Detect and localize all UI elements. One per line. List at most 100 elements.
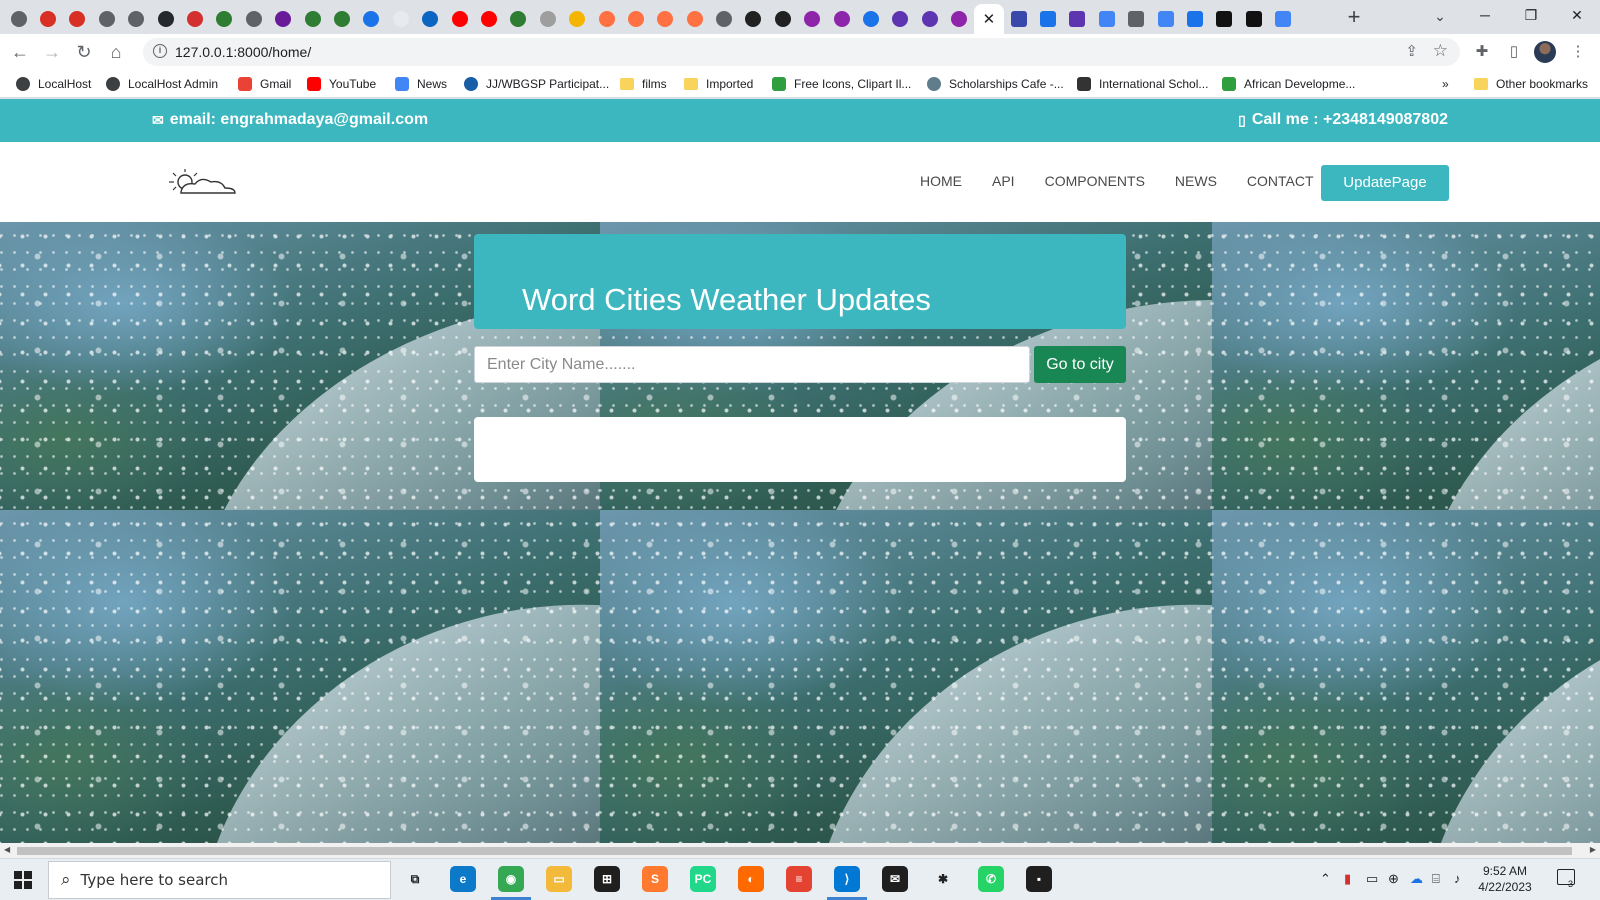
bookmark-item[interactable]: News bbox=[395, 75, 447, 93]
browser-tab[interactable] bbox=[122, 4, 151, 34]
back-icon[interactable]: ← bbox=[8, 40, 32, 64]
edge-icon[interactable]: e bbox=[450, 866, 476, 892]
tray-app-icon[interactable]: ▮ bbox=[1344, 871, 1351, 887]
vscode-icon[interactable]: ⟩ bbox=[834, 866, 860, 892]
other-bookmarks[interactable]: Other bookmarks bbox=[1474, 75, 1588, 93]
nav-link-home[interactable]: HOME bbox=[920, 173, 962, 189]
browser-tab[interactable] bbox=[768, 4, 797, 34]
browser-tab[interactable] bbox=[151, 4, 180, 34]
bookmark-item[interactable]: Scholarships Cafe -... bbox=[927, 75, 1064, 93]
slack-icon[interactable]: ✱ bbox=[930, 866, 956, 892]
bookmark-item[interactable]: African Developme... bbox=[1222, 75, 1355, 93]
extensions-icon[interactable]: ✚ bbox=[1470, 40, 1494, 64]
browser-tab[interactable] bbox=[327, 4, 356, 34]
browser-tab[interactable] bbox=[1180, 4, 1209, 34]
scroll-left-icon[interactable]: ◀ bbox=[4, 845, 10, 854]
home-icon[interactable]: ⌂ bbox=[104, 40, 128, 64]
system-clock[interactable]: 9:52 AM 4/22/2023 bbox=[1470, 863, 1540, 895]
browser-tab[interactable] bbox=[1151, 4, 1180, 34]
profile-avatar[interactable] bbox=[1534, 41, 1556, 63]
browser-tab[interactable] bbox=[1121, 4, 1150, 34]
language-globe-icon[interactable]: ⊕ bbox=[1388, 871, 1399, 887]
browser-tab[interactable] bbox=[210, 4, 239, 34]
new-tab-button[interactable]: + bbox=[1340, 4, 1368, 32]
browser-tab[interactable] bbox=[415, 4, 444, 34]
side-panel-icon[interactable]: ▯ bbox=[1502, 40, 1526, 64]
bookmark-star-icon[interactable]: ☆ bbox=[1433, 41, 1448, 61]
browser-tab[interactable] bbox=[1239, 4, 1268, 34]
bookmark-item[interactable]: films bbox=[620, 75, 667, 93]
browser-tab[interactable] bbox=[592, 4, 621, 34]
browser-tab[interactable] bbox=[1268, 4, 1297, 34]
browser-tab[interactable] bbox=[798, 4, 827, 34]
browser-tab[interactable] bbox=[180, 4, 209, 34]
share-icon[interactable]: ⇪ bbox=[1405, 42, 1418, 60]
bookmark-item[interactable]: JJ/WBGSP Participat... bbox=[464, 75, 609, 93]
address-bar[interactable]: i 127.0.0.1:8000/home/ ⇪ ☆ bbox=[143, 38, 1460, 66]
browser-tab[interactable] bbox=[92, 4, 121, 34]
bookmark-item[interactable]: Gmail bbox=[238, 75, 291, 93]
nav-link-contact[interactable]: CONTACT bbox=[1247, 173, 1314, 189]
bookmark-item[interactable]: LocalHost Admin bbox=[106, 75, 218, 93]
browser-tab[interactable] bbox=[445, 4, 474, 34]
browser-tab[interactable] bbox=[1210, 4, 1239, 34]
chrome-icon[interactable]: ◉ bbox=[498, 866, 524, 892]
browser-tab[interactable] bbox=[474, 4, 503, 34]
browser-tab[interactable] bbox=[298, 4, 327, 34]
whatsapp-icon[interactable]: ✆ bbox=[978, 866, 1004, 892]
tab-search-icon[interactable]: ⌄ bbox=[1428, 4, 1452, 28]
browser-tab[interactable] bbox=[1063, 4, 1092, 34]
taskbar-search-box[interactable]: ⌕ Type here to search bbox=[48, 861, 391, 899]
browser-tab[interactable] bbox=[1004, 4, 1033, 34]
browser-tab[interactable] bbox=[651, 4, 680, 34]
network-icon[interactable]: ⌸ bbox=[1432, 871, 1440, 887]
browser-tab[interactable] bbox=[621, 4, 650, 34]
nav-link-api[interactable]: API bbox=[992, 173, 1015, 189]
scrollbar-thumb[interactable] bbox=[17, 847, 1572, 855]
browser-tab[interactable] bbox=[856, 4, 885, 34]
forward-icon[interactable]: → bbox=[40, 40, 64, 64]
task-view-icon[interactable]: ⧉ bbox=[402, 866, 428, 892]
active-tab[interactable]: ✕ bbox=[973, 4, 1004, 34]
tray-onedrive-icon[interactable]: ☁ bbox=[1410, 871, 1423, 887]
weather-logo-icon[interactable] bbox=[163, 168, 243, 196]
firefox-icon[interactable]: ◐ bbox=[738, 866, 764, 892]
browser-tab[interactable] bbox=[386, 4, 415, 34]
close-window-icon[interactable]: ✕ bbox=[1554, 0, 1600, 30]
browser-tab[interactable] bbox=[533, 4, 562, 34]
bookmark-item[interactable]: Free Icons, Clipart Il... bbox=[772, 75, 911, 93]
url-text[interactable]: 127.0.0.1:8000/home/ bbox=[175, 44, 311, 60]
horizontal-scrollbar[interactable]: ◀ ▶ bbox=[0, 843, 1600, 858]
bookmark-item[interactable]: Imported bbox=[684, 75, 753, 93]
browser-tab[interactable] bbox=[63, 4, 92, 34]
bookmarks-overflow-icon[interactable]: » bbox=[1442, 75, 1449, 93]
browser-tab[interactable] bbox=[827, 4, 856, 34]
browser-tab[interactable] bbox=[915, 4, 944, 34]
tray-chevron-icon[interactable]: ⌃ bbox=[1320, 871, 1331, 887]
browser-tab[interactable] bbox=[1092, 4, 1121, 34]
volume-icon[interactable]: ♪ bbox=[1454, 871, 1461, 886]
browser-tab[interactable] bbox=[886, 4, 915, 34]
browser-tab[interactable] bbox=[1033, 4, 1062, 34]
pycharm-icon[interactable]: PC bbox=[690, 866, 716, 892]
nav-link-news[interactable]: NEWS bbox=[1175, 173, 1217, 189]
go-to-city-button[interactable]: Go to city bbox=[1034, 346, 1126, 383]
update-page-button[interactable]: UpdatePage bbox=[1321, 165, 1449, 201]
reload-icon[interactable]: ↻ bbox=[72, 40, 96, 64]
mail-icon[interactable]: ✉ bbox=[882, 866, 908, 892]
sublime-text-icon[interactable]: S bbox=[642, 866, 668, 892]
browser-tab[interactable] bbox=[269, 4, 298, 34]
bookmark-item[interactable]: LocalHost bbox=[16, 75, 91, 93]
browser-tab[interactable] bbox=[562, 4, 591, 34]
bookmark-item[interactable]: YouTube bbox=[307, 75, 376, 93]
browser-tab[interactable] bbox=[680, 4, 709, 34]
browser-tab[interactable] bbox=[945, 4, 974, 34]
close-tab-icon[interactable]: ✕ bbox=[983, 12, 996, 27]
browser-tab[interactable] bbox=[33, 4, 62, 34]
windows-start-icon[interactable] bbox=[14, 871, 32, 889]
browser-tab[interactable] bbox=[4, 4, 33, 34]
nav-link-components[interactable]: COMPONENTS bbox=[1045, 173, 1145, 189]
todoist-icon[interactable]: ≡ bbox=[786, 866, 812, 892]
browser-tab[interactable] bbox=[239, 4, 268, 34]
browser-tab[interactable] bbox=[504, 4, 533, 34]
